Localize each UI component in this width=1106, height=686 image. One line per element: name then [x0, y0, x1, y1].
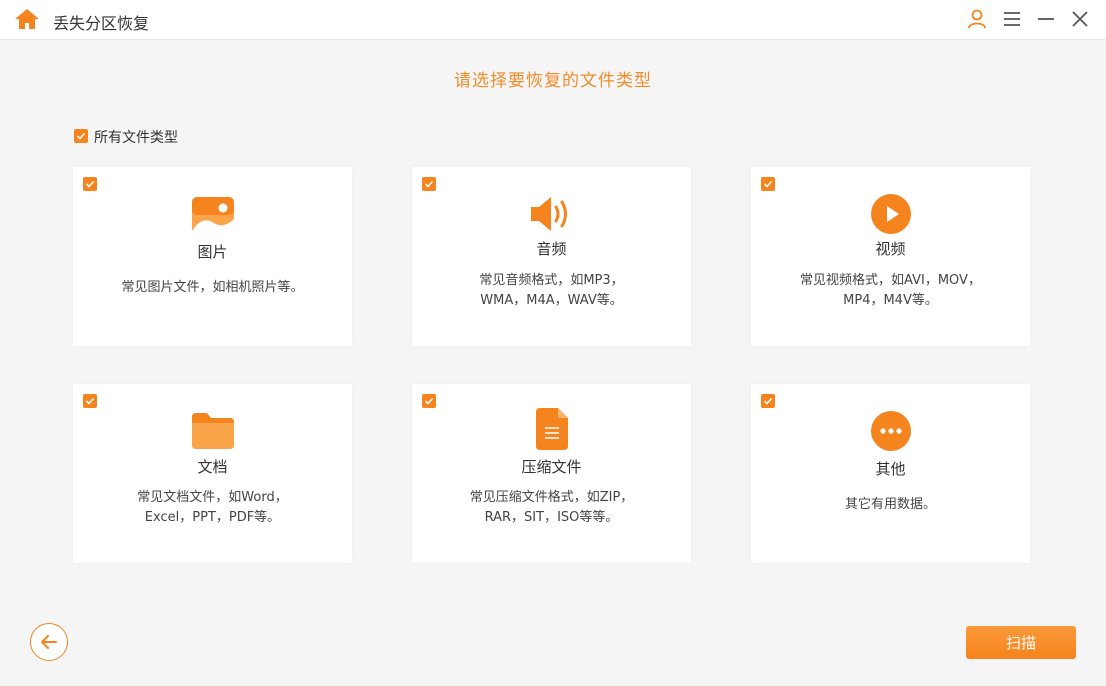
title-bar: 丢失分区恢复 [0, 0, 1106, 40]
image-icon [191, 197, 234, 235]
card-title: 文档 [197, 458, 228, 476]
back-button[interactable] [30, 623, 68, 661]
more-icon [870, 411, 911, 451]
folder-icon [191, 413, 234, 449]
card-audio[interactable]: 音频 常见音频格式，如MP3， WMA，M4A，WAV等。 [412, 167, 691, 346]
card-title: 压缩文件 [521, 458, 582, 476]
window-title: 丢失分区恢复 [53, 14, 150, 33]
all-types-checkbox[interactable] [74, 129, 88, 143]
video-checkbox[interactable] [761, 177, 775, 191]
card-description: 常见图片文件，如相机照片等。 [121, 280, 304, 295]
archive-file-icon [535, 408, 568, 450]
card-title: 其他 [875, 460, 906, 478]
card-description: 常见压缩文件格式，如ZIP， RAR，SIT，ISO等等。 [469, 490, 634, 525]
card-description: 常见文档文件，如Word， Excel，PPT，PDF等。 [137, 490, 288, 525]
all-types-label[interactable]: 所有文件类型 [94, 127, 178, 147]
card-title: 图片 [197, 243, 228, 261]
images-checkbox[interactable] [83, 177, 97, 191]
documents-checkbox[interactable] [83, 394, 97, 408]
card-title: 视频 [875, 240, 906, 258]
user-icon[interactable] [966, 8, 988, 30]
audio-icon [530, 197, 567, 231]
card-archives[interactable]: 压缩文件 常见压缩文件格式，如ZIP， RAR，SIT，ISO等等。 [412, 384, 691, 563]
home-icon[interactable] [14, 8, 40, 30]
card-other[interactable]: 其他 其它有用数据。 [751, 384, 1030, 563]
card-description: 常见音频格式，如MP3， WMA，M4A，WAV等。 [479, 273, 624, 308]
card-images[interactable]: 图片 常见图片文件，如相机照片等。 [73, 167, 352, 346]
archives-checkbox[interactable] [422, 394, 436, 408]
card-title: 音频 [536, 240, 567, 258]
card-description: 其它有用数据。 [844, 497, 936, 512]
menu-icon[interactable] [1001, 8, 1023, 30]
card-documents[interactable]: 文档 常见文档文件，如Word， Excel，PPT，PDF等。 [73, 384, 352, 563]
page-heading: 请选择要恢复的文件类型 [454, 71, 652, 91]
scan-button[interactable]: 扫描 [966, 626, 1076, 659]
other-checkbox[interactable] [761, 394, 775, 408]
card-description: 常见视频格式，如AVI，MOV， MP4，M4V等。 [800, 273, 981, 308]
close-icon[interactable] [1069, 8, 1091, 30]
audio-checkbox[interactable] [422, 177, 436, 191]
video-play-icon [870, 194, 911, 234]
card-video[interactable]: 视频 常见视频格式，如AVI，MOV， MP4，M4V等。 [751, 167, 1030, 346]
arrow-left-icon [41, 635, 57, 649]
minimize-icon[interactable] [1035, 8, 1057, 30]
